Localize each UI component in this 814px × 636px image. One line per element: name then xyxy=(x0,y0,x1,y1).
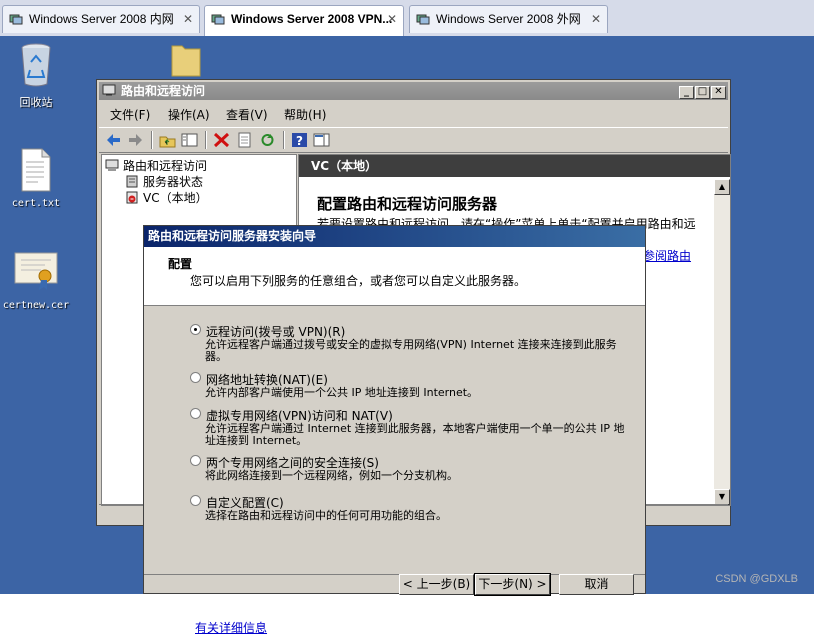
vm-tab-label: Windows Server 2008 VPN... xyxy=(231,12,393,26)
vm-tab-bar: Windows Server 2008 内网 ✕ Windows Server … xyxy=(0,0,814,37)
menu-file[interactable]: 文件(F) xyxy=(110,106,150,123)
menu-view[interactable]: 查看(V) xyxy=(226,106,268,123)
vm-icon xyxy=(9,14,23,25)
certificate-icon xyxy=(14,252,58,290)
desktop-icon-label: cert.txt xyxy=(11,198,61,209)
toolbar-separator xyxy=(205,131,207,149)
tree-item-label: VC（本地） xyxy=(143,191,208,205)
vm-tab-vpn[interactable]: Windows Server 2008 VPN... ✕ xyxy=(204,5,404,36)
server-icon xyxy=(126,175,138,188)
tree-item-vc-local[interactable]: VC（本地） xyxy=(125,189,208,206)
menu-bar: 文件(F) 操作(A) 查看(V) 帮助(H) xyxy=(99,103,728,125)
vm-tab-label: Windows Server 2008 外网 xyxy=(436,12,581,26)
vm-tab-internal[interactable]: Windows Server 2008 内网 ✕ xyxy=(2,5,200,33)
wizard-step-description: 您可以启用下列服务的任意组合，或者您可以自定义此服务器。 xyxy=(190,274,527,288)
show-hide-tree-icon[interactable] xyxy=(181,132,198,148)
recycle-bin-icon xyxy=(21,43,51,87)
desktop-icon-label: certnew.cer xyxy=(2,300,70,311)
close-icon[interactable]: ✕ xyxy=(591,6,601,33)
help-icon[interactable]: ? xyxy=(291,132,308,148)
back-button[interactable]: < 上一步(B) xyxy=(399,574,474,595)
scroll-up-icon[interactable]: ▲ xyxy=(714,179,730,195)
close-icon[interactable]: ✕ xyxy=(387,6,397,33)
tree-item-label: 路由和远程访问 xyxy=(123,159,208,173)
radio-button[interactable] xyxy=(190,408,201,419)
cancel-button[interactable]: 取消 xyxy=(559,574,634,595)
desktop-icon-cert-txt[interactable]: cert.txt xyxy=(1,148,71,209)
vm-tab-external[interactable]: Windows Server 2008 外网 ✕ xyxy=(409,5,608,33)
vertical-scrollbar[interactable]: ▲ ▼ xyxy=(714,179,730,505)
tree-item-label: 服务器状态 xyxy=(143,175,204,189)
wizard-title[interactable]: 路由和远程访问服务器安装向导 xyxy=(144,226,645,247)
desktop-icon-recycle-bin[interactable]: 回收站 xyxy=(1,40,71,110)
more-info-link[interactable]: 有关详细信息 xyxy=(195,619,267,636)
toolbar-separator xyxy=(283,131,285,149)
details-title: 配置路由和远程访问服务器 xyxy=(317,195,498,213)
watermark: CSDN @GDXLB xyxy=(715,573,798,585)
folder-icon[interactable] xyxy=(170,40,202,81)
wizard-step-title: 配置 xyxy=(168,257,193,271)
text-file-icon xyxy=(21,148,51,192)
option-description: 将此网络连接到一个远程网络，例如一个分支机构。 xyxy=(205,469,458,482)
window-title: 路由和远程访问 xyxy=(121,84,206,98)
rras-icon xyxy=(102,84,116,96)
radio-button[interactable] xyxy=(190,455,201,466)
toolbar-separator xyxy=(151,131,153,149)
refresh-icon[interactable] xyxy=(259,132,276,148)
back-arrow-icon[interactable] xyxy=(105,132,122,148)
tree-item-rras[interactable]: 路由和远程访问 xyxy=(105,157,207,174)
close-button[interactable]: ✕ xyxy=(711,86,726,99)
details-header: VC（本地） xyxy=(299,155,730,177)
vm-icon xyxy=(211,14,225,25)
desktop-icon-label: 回收站 xyxy=(19,96,53,109)
wizard-header: 配置 您可以启用下列服务的任意组合，或者您可以自定义此服务器。 xyxy=(144,247,645,306)
close-icon[interactable]: ✕ xyxy=(183,6,193,33)
toolbar: ? xyxy=(99,127,728,153)
option-description: 选择在路由和远程访问中的任何可用功能的组合。 xyxy=(205,509,447,522)
properties-icon[interactable] xyxy=(236,132,253,148)
vm-icon xyxy=(416,14,430,25)
forward-arrow-icon[interactable] xyxy=(127,132,144,148)
minimize-button[interactable]: _ xyxy=(679,86,694,99)
rras-icon xyxy=(105,159,119,171)
menu-action[interactable]: 操作(A) xyxy=(168,106,210,123)
maximize-button[interactable]: □ xyxy=(695,86,710,99)
show-action-pane-icon[interactable] xyxy=(313,132,330,148)
scroll-down-icon[interactable]: ▼ xyxy=(714,489,730,505)
radio-button[interactable] xyxy=(190,495,201,506)
radio-button[interactable] xyxy=(190,324,201,335)
desktop-icon-certnew-cer[interactable]: certnew.cer xyxy=(1,250,71,311)
setup-wizard-dialog: 路由和远程访问服务器安装向导 配置 您可以启用下列服务的任意组合，或者您可以自定… xyxy=(143,225,646,635)
option-description: 允许内部客户端使用一个公共 IP 地址连接到 Internet。 xyxy=(205,386,479,399)
option-description: 允许远程客户端通过 Internet 连接到此服务器，本地客户端使用一个单一的公… xyxy=(205,422,625,447)
radio-button[interactable] xyxy=(190,372,201,383)
tree-item-server-status[interactable]: 服务器状态 xyxy=(125,173,203,190)
wizard-body: 远程访问(拨号或 VPN)(R) 允许远程客户端通过拨号或安全的虚拟专用网络(V… xyxy=(144,307,645,635)
delete-icon[interactable] xyxy=(213,132,230,148)
server-stopped-icon xyxy=(126,191,138,204)
next-button[interactable]: 下一步(N) > xyxy=(474,573,551,596)
up-folder-icon[interactable] xyxy=(159,132,176,148)
window-titlebar[interactable]: 路由和远程访问 _ □ ✕ xyxy=(99,82,728,100)
vm-tab-label: Windows Server 2008 内网 xyxy=(29,12,174,26)
svg-text:?: ? xyxy=(296,134,303,148)
menu-help[interactable]: 帮助(H) xyxy=(284,106,326,123)
option-description: 允许远程客户端通过拨号或安全的虚拟专用网络(VPN) Internet 连接来连… xyxy=(205,338,617,363)
